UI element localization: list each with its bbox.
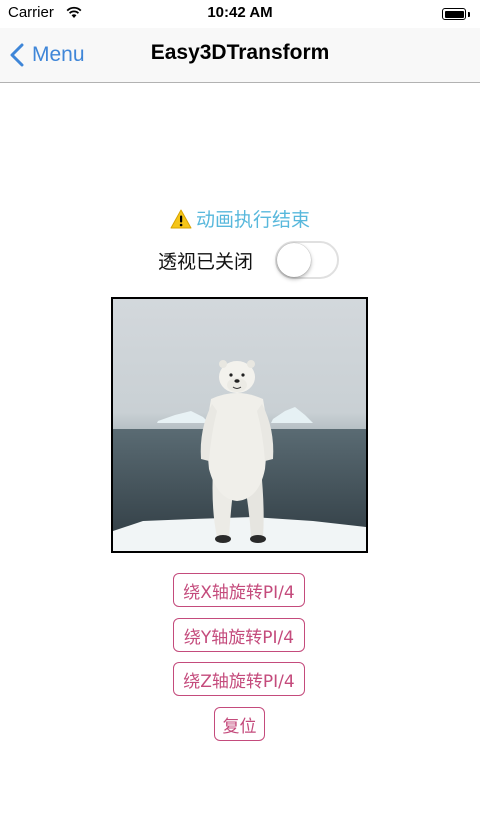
perspective-switch[interactable] [275,241,340,279]
reset-button[interactable]: 复位 [214,707,265,741]
animation-status-text: 动画执行结束 [195,209,310,231]
rotate-x-button[interactable]: 绕X轴旋转PI/4 [173,573,305,607]
polar-bear-image [113,299,366,551]
rotate-z-button[interactable]: 绕Z轴旋转PI/4 [173,662,305,696]
perspective-row: 透视已关闭 [158,240,340,280]
perspective-label: 透视已关闭 [158,250,254,273]
transform-image [111,297,368,553]
battery-icon [442,8,470,20]
rotate-y-button[interactable]: 绕Y轴旋转PI/4 [173,618,305,652]
animation-status: 动画执行结束 [0,205,480,232]
navigation-bar: Menu Easy3DTransform [0,28,480,83]
status-time: 10:42 AM [207,4,273,21]
warning-icon [170,209,192,229]
page-title: Easy3DTransform [150,41,330,64]
status-bar: Carrier 10:42 AM [0,0,480,28]
switch-knob [277,243,312,277]
